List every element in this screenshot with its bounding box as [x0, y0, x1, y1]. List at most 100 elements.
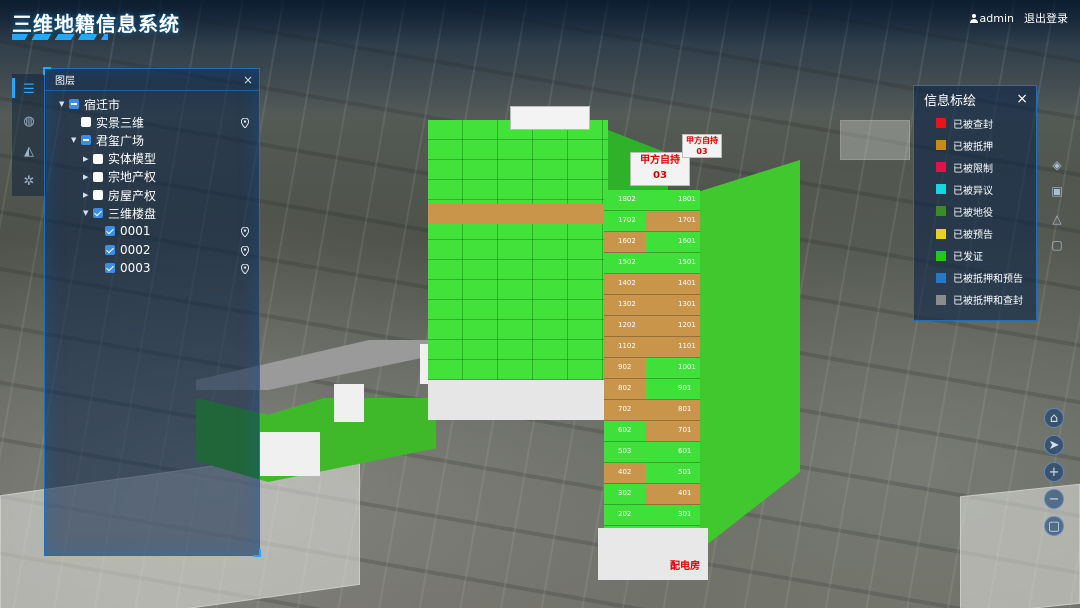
tree-node[interactable]: 实景三维: [59, 113, 259, 131]
floor-row[interactable]: 1202 1201: [604, 316, 700, 337]
building-tower-0001[interactable]: [428, 120, 608, 420]
unit-number: 1802: [618, 195, 636, 203]
floor-row[interactable]: 1502 1501: [604, 253, 700, 274]
tree-node[interactable]: ▶ 宗地产权: [59, 168, 259, 186]
tree-node[interactable]: ▼ 宿迁市: [59, 95, 259, 113]
legend-label: 已被预告: [953, 230, 993, 242]
left-toolbar: ☰ ◍ ◭ ✲: [12, 74, 46, 196]
image-icon[interactable]: ▣: [1048, 182, 1066, 200]
home-icon[interactable]: ⌂: [1044, 408, 1064, 428]
unit-number: 602: [618, 426, 632, 434]
user-menu[interactable]: admin: [969, 12, 1014, 25]
tree-node-label: 宗地产权: [108, 170, 157, 185]
palette-icon[interactable]: ◍: [20, 112, 38, 130]
legend-item[interactable]: 已被抵押和预告: [914, 267, 1036, 289]
legend-swatch: [936, 206, 946, 217]
layers-icon[interactable]: ☰: [20, 80, 38, 98]
layer-checkbox[interactable]: [81, 117, 91, 128]
floor-row[interactable]: 202 301: [604, 505, 700, 526]
legend-item[interactable]: 已被限制: [914, 156, 1036, 178]
floor-row[interactable]: 802 901: [604, 379, 700, 400]
caret-down-icon[interactable]: ▼: [71, 136, 81, 144]
location-pin-icon[interactable]: [240, 245, 250, 257]
compass-icon[interactable]: ➤: [1044, 435, 1064, 455]
layer-checkbox[interactable]: [105, 262, 115, 273]
location-pin-icon[interactable]: [240, 226, 250, 239]
legend-item[interactable]: 已被抵押和查封: [914, 289, 1036, 311]
tree-node[interactable]: 0001: [59, 222, 259, 240]
layer-checkbox[interactable]: [81, 135, 91, 146]
floor-row[interactable]: 1302 1301: [604, 295, 700, 316]
layer-stack-icon[interactable]: ◈: [1048, 156, 1066, 174]
floor-row[interactable]: 302 401: [604, 484, 700, 505]
floor-row[interactable]: 702 801: [604, 400, 700, 421]
roof-sign-box: 甲方自持 03: [682, 134, 722, 158]
legend-item[interactable]: 已被预告: [914, 222, 1036, 244]
zoom-in-icon[interactable]: +: [1044, 462, 1064, 482]
floor-row[interactable]: 902 1001: [604, 358, 700, 379]
layer-checkbox[interactable]: [93, 190, 103, 201]
tree-node-label: 房屋产权: [108, 188, 157, 203]
legend-item[interactable]: 已被地役: [914, 200, 1036, 222]
tree-node-label: 实体模型: [108, 152, 157, 167]
legend-item[interactable]: 已被查封: [914, 112, 1036, 134]
unit-number: 1102: [618, 342, 636, 350]
zoom-out-icon[interactable]: −: [1044, 489, 1064, 509]
floor-row[interactable]: 503 601: [604, 442, 700, 463]
legend-panel: 信息标绘 × 已被查封 已被抵押 已被限制 已被异议 已被地役 已被预告 已发证 已被抵押和预…: [913, 85, 1037, 321]
terrain-icon[interactable]: △: [1048, 210, 1066, 228]
close-icon[interactable]: ×: [1016, 91, 1028, 107]
caret-down-icon[interactable]: ▼: [59, 100, 69, 108]
layer-checkbox[interactable]: [93, 171, 103, 182]
layer-checkbox[interactable]: [105, 226, 115, 237]
app-header: 三维地籍信息系统 admin 退出登录: [0, 0, 1080, 44]
location-pin-icon[interactable]: [240, 117, 250, 130]
location-pin-icon[interactable]: [240, 263, 250, 275]
floor-row[interactable]: 1402 1401: [604, 274, 700, 295]
legend-item[interactable]: 已被异议: [914, 178, 1036, 200]
app-title: 三维地籍信息系统: [12, 12, 180, 36]
tree-node[interactable]: ▶ 房屋产权: [59, 186, 259, 204]
floor-row[interactable]: 402 501: [604, 463, 700, 484]
legend-swatch: [936, 272, 946, 283]
settings-icon[interactable]: ✲: [20, 172, 38, 190]
tree-node-label: 宿迁市: [84, 97, 121, 112]
tree-node-label: 君玺广场: [96, 133, 145, 148]
tree-node[interactable]: 0002: [59, 241, 259, 259]
unit-number: 1601: [678, 237, 696, 245]
caret-down-icon[interactable]: ▼: [83, 209, 93, 217]
tree-node[interactable]: 0003: [59, 259, 259, 277]
floor-row[interactable]: 602 701: [604, 421, 700, 442]
close-icon[interactable]: ×: [243, 73, 253, 87]
panel-corner: [43, 67, 51, 75]
layer-checkbox[interactable]: [93, 153, 103, 164]
tree-node[interactable]: ▼ 君玺广场: [59, 131, 259, 149]
floor-row[interactable]: 1602 1601: [604, 232, 700, 253]
unit-number: 402: [618, 468, 632, 476]
building-tower-0003[interactable]: 1802 1801 1702 1701 1602 1601 1502 1501 1402 1401…: [604, 190, 700, 570]
floor-row[interactable]: 1102 1101: [604, 337, 700, 358]
floor-row[interactable]: 1702 1701: [604, 211, 700, 232]
fullscreen-icon[interactable]: ▢: [1044, 516, 1064, 536]
layer-checkbox[interactable]: [93, 208, 103, 219]
legend-item[interactable]: 已发证: [914, 245, 1036, 267]
roof-sign-number: 03: [696, 147, 708, 156]
floor-row[interactable]: 1802 1801: [604, 190, 700, 211]
legend-swatch: [936, 118, 946, 129]
tree-node[interactable]: ▼ 三维楼盘: [59, 204, 259, 222]
layer-checkbox[interactable]: [105, 244, 115, 255]
legend-item[interactable]: 已被抵押: [914, 134, 1036, 156]
caret-right-icon[interactable]: ▶: [83, 191, 93, 199]
legend-swatch: [936, 228, 946, 239]
measure-icon[interactable]: ◭: [20, 142, 38, 160]
unit-number: 1402: [618, 279, 636, 287]
unit-number: 1201: [678, 321, 696, 329]
caret-right-icon[interactable]: ▶: [83, 155, 93, 163]
logout-link[interactable]: 退出登录: [1024, 10, 1068, 26]
layer-checkbox[interactable]: [69, 99, 79, 110]
screen-icon[interactable]: ▢: [1048, 236, 1066, 254]
caret-right-icon[interactable]: ▶: [83, 173, 93, 181]
tree-node[interactable]: ▶ 实体模型: [59, 150, 259, 168]
unit-number: 301: [678, 510, 692, 518]
unit-number: 1202: [618, 321, 636, 329]
